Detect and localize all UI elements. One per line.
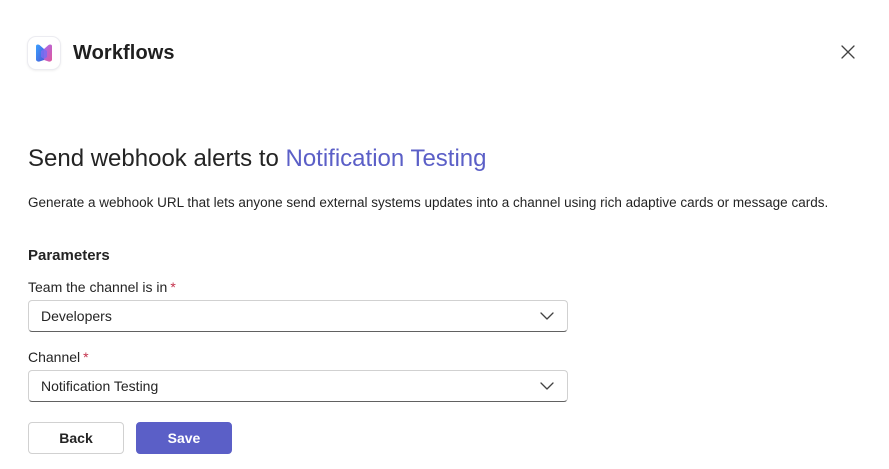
required-indicator: * [83, 349, 89, 365]
team-label-text: Team the channel is in [28, 279, 168, 295]
chevron-down-icon [539, 308, 555, 324]
app-title: Workflows [73, 41, 175, 64]
close-button[interactable] [836, 40, 860, 64]
channel-field-label: Channel * [28, 349, 89, 365]
page-description: Generate a webhook URL that lets anyone … [28, 195, 829, 210]
page-title: Send webhook alerts to Notification Test… [28, 145, 487, 173]
workflow-dialog: Workflows Send webhook alerts to Notific… [0, 0, 889, 469]
dialog-header: Workflows [28, 37, 175, 69]
page-title-prefix: Send webhook alerts to [28, 145, 286, 172]
chevron-down-icon [539, 378, 555, 394]
team-dropdown[interactable]: Developers [28, 300, 568, 332]
back-button[interactable]: Back [28, 422, 124, 454]
channel-dropdown[interactable]: Notification Testing [28, 370, 568, 402]
channel-label-text: Channel [28, 349, 81, 365]
parameters-heading: Parameters [28, 247, 110, 264]
close-icon [841, 45, 855, 59]
page-title-channel: Notification Testing [285, 145, 487, 172]
required-indicator: * [170, 279, 176, 295]
save-button[interactable]: Save [136, 422, 232, 454]
team-dropdown-value: Developers [41, 308, 112, 324]
channel-dropdown-value: Notification Testing [41, 378, 159, 394]
workflows-logo-icon [28, 37, 60, 69]
team-field-label: Team the channel is in * [28, 279, 176, 295]
